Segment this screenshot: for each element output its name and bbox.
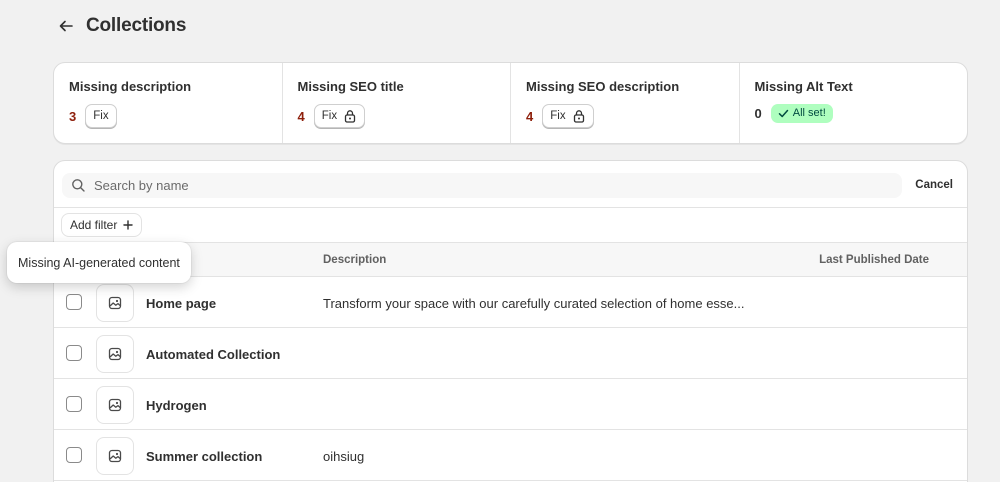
tooltip-text: Missing AI-generated content — [18, 255, 180, 270]
search-bar — [62, 173, 902, 198]
fix-seo-title-button[interactable]: Fix — [313, 104, 366, 128]
image-icon — [108, 449, 122, 463]
collection-title[interactable]: Automated Collection — [146, 347, 280, 362]
table-header: Description Last Published Date — [54, 242, 967, 277]
all-set-badge: All set! — [770, 103, 833, 123]
add-filter-label: Add filter — [70, 218, 118, 232]
column-header-last-published-date[interactable]: Last Published Date — [819, 254, 929, 266]
stat-label: Missing SEO description — [526, 79, 680, 94]
image-placeholder — [96, 437, 134, 475]
stat-label: Missing SEO title — [297, 79, 404, 94]
stat-missing-seo-title: Missing SEO title 4 Fix — [283, 63, 511, 143]
arrow-left-icon — [59, 20, 73, 32]
stat-count: 0 — [754, 105, 762, 121]
table-row[interactable]: Automated Collection — [54, 328, 967, 379]
collections-table-card: Cancel Add filter Description Last Publi… — [53, 160, 968, 482]
lock-icon — [573, 110, 584, 123]
image-placeholder — [96, 386, 134, 424]
stat-missing-description: Missing description 3 Fix — [54, 63, 283, 143]
plus-icon — [123, 220, 134, 230]
fix-label: Fix — [550, 110, 566, 122]
checkmark-icon — [778, 109, 788, 117]
image-icon — [108, 296, 122, 310]
image-icon — [108, 398, 122, 412]
tooltip: Missing AI-generated content — [7, 242, 191, 283]
table-row[interactable]: Home page Transform your space with our … — [54, 277, 967, 328]
lock-icon — [344, 110, 356, 123]
search-input[interactable] — [94, 178, 874, 193]
page-title: Collections — [86, 15, 187, 36]
collection-title[interactable]: Hydrogen — [146, 398, 207, 413]
column-header-description[interactable]: Description — [323, 254, 386, 266]
fix-description-button[interactable]: Fix — [85, 104, 117, 128]
stat-label: Missing Alt Text — [754, 79, 853, 94]
fix-seo-description-button[interactable]: Fix — [542, 104, 594, 128]
stat-count: 3 — [69, 108, 77, 124]
fix-label: Fix — [321, 110, 338, 122]
image-placeholder — [96, 284, 134, 322]
row-checkbox[interactable] — [66, 396, 82, 412]
row-checkbox[interactable] — [66, 447, 82, 463]
collection-description: oihsiug — [323, 449, 365, 464]
stat-count: 4 — [526, 108, 534, 124]
page-header: Collections — [56, 12, 186, 40]
badge-label: All set! — [792, 107, 826, 119]
divider — [54, 207, 967, 208]
stat-missing-alt-text: Missing Alt Text 0 All set! — [740, 63, 968, 143]
cancel-button[interactable]: Cancel — [915, 179, 953, 191]
fix-label: Fix — [93, 110, 109, 122]
table-row[interactable]: Hydrogen — [54, 379, 967, 430]
image-icon — [108, 347, 122, 361]
collection-description: Transform your space with our carefully … — [323, 296, 745, 311]
collection-title[interactable]: Summer collection — [146, 449, 262, 464]
stat-missing-seo-description: Missing SEO description 4 Fix — [511, 63, 740, 143]
stat-label: Missing description — [69, 79, 192, 94]
row-checkbox[interactable] — [66, 345, 82, 361]
row-checkbox[interactable] — [66, 294, 82, 310]
stat-count: 4 — [297, 108, 305, 124]
seo-stats-card: Missing description 3 Fix Missing SEO ti… — [53, 62, 968, 144]
add-filter-button[interactable]: Add filter — [61, 213, 143, 237]
back-button[interactable] — [56, 14, 76, 38]
collection-title[interactable]: Home page — [146, 296, 216, 311]
table-row[interactable]: Summer collection oihsiug — [54, 430, 967, 481]
search-icon — [72, 179, 85, 192]
image-placeholder — [96, 335, 134, 373]
